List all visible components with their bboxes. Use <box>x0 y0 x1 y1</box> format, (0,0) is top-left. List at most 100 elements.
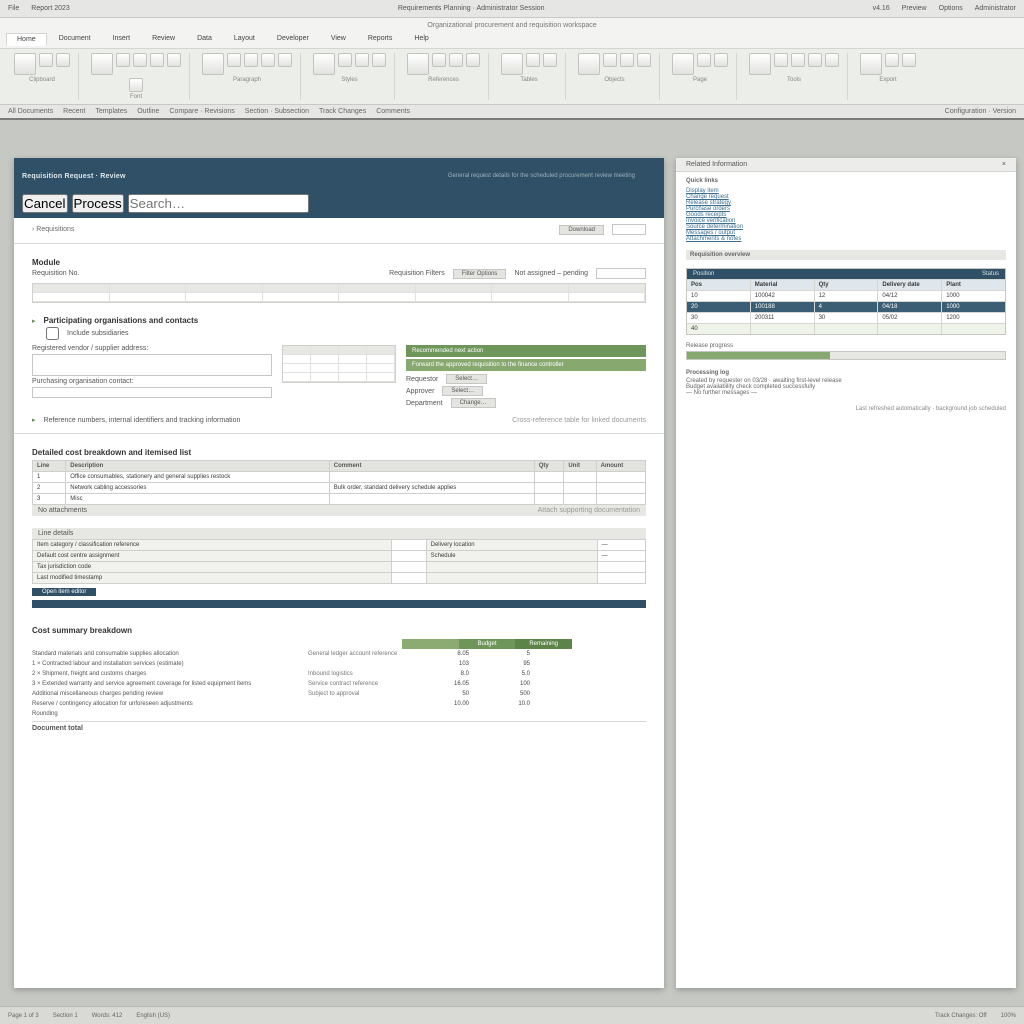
ribbon-icon[interactable] <box>202 53 224 75</box>
ribbon-tab-view[interactable]: View <box>321 33 356 45</box>
ribbon-icon[interactable] <box>791 53 805 67</box>
ribbon-icon[interactable] <box>637 53 651 67</box>
ribbon-icon[interactable] <box>885 53 899 67</box>
party-opt-button[interactable]: Change… <box>451 398 496 408</box>
ribbon-icon[interactable] <box>501 53 523 75</box>
expand-icon-2[interactable]: ▸ <box>32 416 36 424</box>
grid-cell[interactable] <box>283 355 311 364</box>
items-col-header[interactable]: Line <box>33 461 66 472</box>
ribbon-icon[interactable] <box>407 53 429 75</box>
side-link[interactable]: Attachments & notes <box>686 236 1006 242</box>
ribbon-icon[interactable] <box>466 53 480 67</box>
grid-cell[interactable] <box>339 355 367 364</box>
mini-col-header[interactable]: Material <box>751 279 815 290</box>
module-grid[interactable] <box>32 283 646 303</box>
mini-col-header[interactable]: Delivery date <box>878 279 942 290</box>
mini-table-row[interactable]: 101000421204/121000 <box>687 290 1005 301</box>
close-icon[interactable]: × <box>1002 161 1006 168</box>
ribbon-tab-insert[interactable]: Insert <box>103 33 141 45</box>
positions-table[interactable]: Position Status PosMaterialQtyDelivery d… <box>686 268 1006 335</box>
toolbar-item[interactable]: Compare · Revisions <box>169 108 234 115</box>
grid-cell[interactable] <box>492 284 569 293</box>
ribbon-icon[interactable] <box>578 53 600 75</box>
ribbon-icon[interactable] <box>825 53 839 67</box>
ribbon-icon[interactable] <box>313 53 335 75</box>
ribbon-icon[interactable] <box>860 53 882 75</box>
grid-cell[interactable] <box>110 284 187 293</box>
grid-cell[interactable] <box>263 284 340 293</box>
party-opt-button[interactable]: Select… <box>446 374 487 384</box>
ribbon-icon[interactable] <box>902 53 916 67</box>
ribbon-icon[interactable] <box>244 53 258 67</box>
mini-col-header[interactable]: Pos <box>687 279 751 290</box>
ribbon-tab-review[interactable]: Review <box>142 33 185 45</box>
grid-cell[interactable] <box>33 293 110 302</box>
grid-cell[interactable] <box>367 364 395 373</box>
grid-cell[interactable] <box>33 284 110 293</box>
grid-cell[interactable] <box>311 373 339 382</box>
mini-col-header[interactable]: Qty <box>815 279 879 290</box>
toolbar-item[interactable]: Comments <box>376 108 410 115</box>
toolbar-item[interactable]: Templates <box>95 108 127 115</box>
ribbon-icon[interactable] <box>372 53 386 67</box>
ribbon-icon[interactable] <box>808 53 822 67</box>
ribbon-icon[interactable] <box>620 53 634 67</box>
table-row[interactable]: 2Network cabling accessoriesBulk order, … <box>33 483 646 494</box>
ribbon-tab-reports[interactable]: Reports <box>358 33 403 45</box>
buyer-field[interactable] <box>32 387 272 398</box>
grid-cell[interactable] <box>339 373 367 382</box>
grid-cell[interactable] <box>311 364 339 373</box>
items-col-header[interactable]: Comment <box>329 461 534 472</box>
mini-table-row[interactable]: 302003113005/021200 <box>687 312 1005 323</box>
grid-cell[interactable] <box>339 284 416 293</box>
ribbon-tab-developer[interactable]: Developer <box>267 33 319 45</box>
ribbon-icon[interactable] <box>167 53 181 67</box>
grid-cell[interactable] <box>569 284 646 293</box>
grid-cell[interactable] <box>110 293 187 302</box>
ribbon-tab-help[interactable]: Help <box>404 33 438 45</box>
grid-cell[interactable] <box>339 346 367 355</box>
grid-cell[interactable] <box>416 284 493 293</box>
ribbon-icon[interactable] <box>355 53 369 67</box>
grid-cell[interactable] <box>283 346 311 355</box>
ribbon-icon[interactable] <box>697 53 711 67</box>
party-mini-grid[interactable] <box>282 345 396 383</box>
ribbon-icon[interactable] <box>432 53 446 67</box>
ribbon-icon[interactable] <box>338 53 352 67</box>
status-item[interactable]: 100% <box>1001 1013 1016 1019</box>
grid-cell[interactable] <box>367 346 395 355</box>
ribbon-icon[interactable] <box>672 53 694 75</box>
ribbon-icon[interactable] <box>116 53 130 67</box>
mini-col-header[interactable]: Plant <box>942 279 1005 290</box>
ribbon-icon[interactable] <box>749 53 771 75</box>
ribbon-icon[interactable] <box>543 53 557 67</box>
items-col-header[interactable]: Amount <box>596 461 645 472</box>
grid-cell[interactable] <box>186 284 263 293</box>
ribbon-tab-layout[interactable]: Layout <box>224 33 265 45</box>
items-col-header[interactable]: Description <box>66 461 330 472</box>
toolbar-item[interactable]: Recent <box>63 108 85 115</box>
ribbon-tab-home[interactable]: Home <box>6 33 47 46</box>
download-button[interactable]: Download <box>559 225 604 235</box>
status-item[interactable]: Track Changes: Off <box>935 1013 987 1019</box>
ribbon-icon[interactable] <box>91 53 113 75</box>
ribbon-icon[interactable] <box>129 78 143 92</box>
ribbon-icon[interactable] <box>603 53 617 67</box>
ribbon-icon[interactable] <box>774 53 788 67</box>
toolbar-item[interactable]: All Documents <box>8 108 53 115</box>
grid-cell[interactable] <box>569 293 646 302</box>
ribbon-icon[interactable] <box>14 53 36 75</box>
ribbon-icon[interactable] <box>39 53 53 67</box>
ribbon-icon[interactable] <box>133 53 147 67</box>
grid-cell[interactable] <box>186 293 263 302</box>
range-input[interactable] <box>596 268 646 279</box>
include-subs-checkbox[interactable] <box>46 327 59 340</box>
grid-cell[interactable] <box>339 364 367 373</box>
breadcrumb[interactable]: › Requisitions <box>32 226 74 233</box>
ribbon-icon[interactable] <box>56 53 70 67</box>
toolbar-item[interactable]: Outline <box>137 108 159 115</box>
page-input[interactable] <box>612 224 646 235</box>
options-link[interactable]: Options <box>939 5 963 12</box>
grid-cell[interactable] <box>416 293 493 302</box>
grid-cell[interactable] <box>263 293 340 302</box>
